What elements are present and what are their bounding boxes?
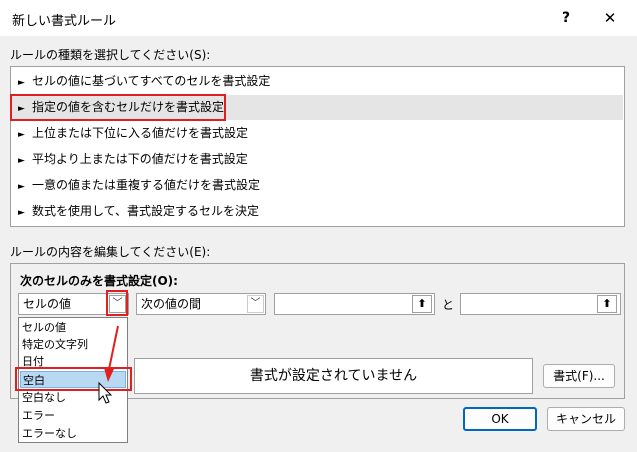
mouse-cursor-icon xyxy=(98,381,113,404)
annotation-arrowhead xyxy=(104,368,114,382)
annotation-arrow-line xyxy=(107,325,119,375)
annotation-overlay xyxy=(98,325,119,404)
